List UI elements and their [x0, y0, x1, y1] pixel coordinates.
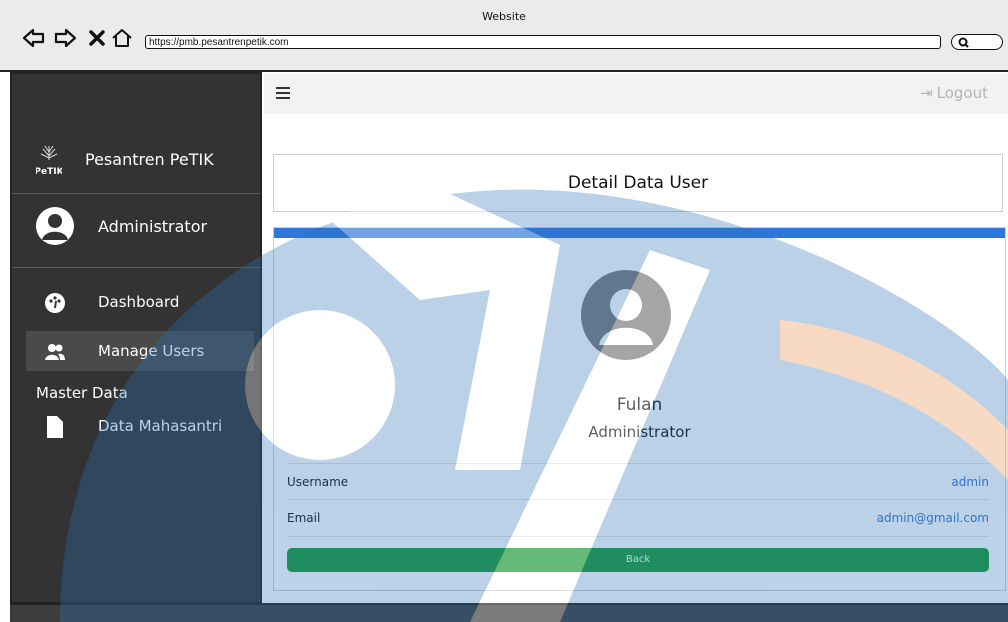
file-icon [47, 416, 63, 438]
brand-name: Pesantren PeTIK [85, 150, 214, 169]
sidebar-item-dashboard[interactable]: Dashboard [26, 282, 254, 322]
dashboard-icon [45, 293, 65, 313]
info-value: admin [951, 475, 989, 489]
page-title: Detail Data User [567, 173, 709, 193]
sidebar: PeTIK Pesantren PeTIK Administrator Dash… [10, 72, 262, 604]
close-icon[interactable] [85, 26, 109, 50]
logout-label: Logout [936, 84, 988, 102]
back-button[interactable]: Back [287, 548, 989, 572]
page-title-card: Detail Data User [273, 154, 1003, 212]
info-label: Username [287, 475, 349, 489]
sidebar-item-data-mahasantri[interactable]: Data Mahasantri [26, 406, 254, 446]
info-value: admin@gmail.com [876, 511, 989, 525]
hamburger-menu-icon[interactable] [276, 87, 290, 99]
sidebar-item-label: Manage Users [98, 342, 205, 360]
profile-name: Fulan [616, 395, 663, 415]
home-icon[interactable] [110, 26, 134, 50]
top-bar: ⇥ Logout [264, 74, 1008, 114]
sidebar-divider [12, 267, 260, 268]
sidebar-item-label: Data Mahasantri [98, 417, 223, 435]
sidebar-item-manage-users[interactable]: Manage Users [26, 331, 254, 371]
status-bar [10, 603, 1008, 622]
info-row-username: Username admin [287, 463, 989, 500]
browser-window: Website https://pmb.pesantrenpetik.com [0, 0, 1008, 72]
info-label: Email [287, 511, 321, 525]
sidebar-item-label: Dashboard [98, 293, 180, 311]
section-label-master-data: Master Data [36, 384, 128, 402]
card-accent-bar [274, 228, 1005, 238]
sidebar-divider [12, 193, 260, 194]
search-icon [958, 37, 969, 48]
petik-logo: PeTIK [36, 145, 62, 177]
profile-avatar [581, 270, 671, 360]
info-row-email: Email admin@gmail.com [287, 499, 989, 537]
user-avatar-icon [599, 289, 653, 345]
users-icon [45, 344, 65, 360]
logout-button[interactable]: ⇥ Logout [920, 84, 988, 102]
address-bar[interactable]: https://pmb.pesantrenpetik.com [145, 35, 941, 49]
logout-icon: ⇥ [920, 84, 933, 102]
avatar [36, 207, 74, 245]
profile-role: Administrator [588, 423, 691, 441]
brand[interactable]: PeTIK Pesantren PeTIK [12, 144, 260, 192]
profile-card: Fulan Administrator Username admin Email… [273, 227, 1006, 591]
search-button[interactable] [951, 34, 1003, 50]
sidebar-user[interactable]: Administrator [12, 204, 260, 252]
back-arrow-icon[interactable] [22, 26, 46, 50]
browser-title: Website [482, 10, 526, 23]
forward-arrow-icon[interactable] [53, 26, 77, 50]
user-avatar-icon [42, 214, 68, 240]
svg-text:PeTIK: PeTIK [36, 167, 62, 177]
sidebar-user-name: Administrator [98, 217, 208, 236]
